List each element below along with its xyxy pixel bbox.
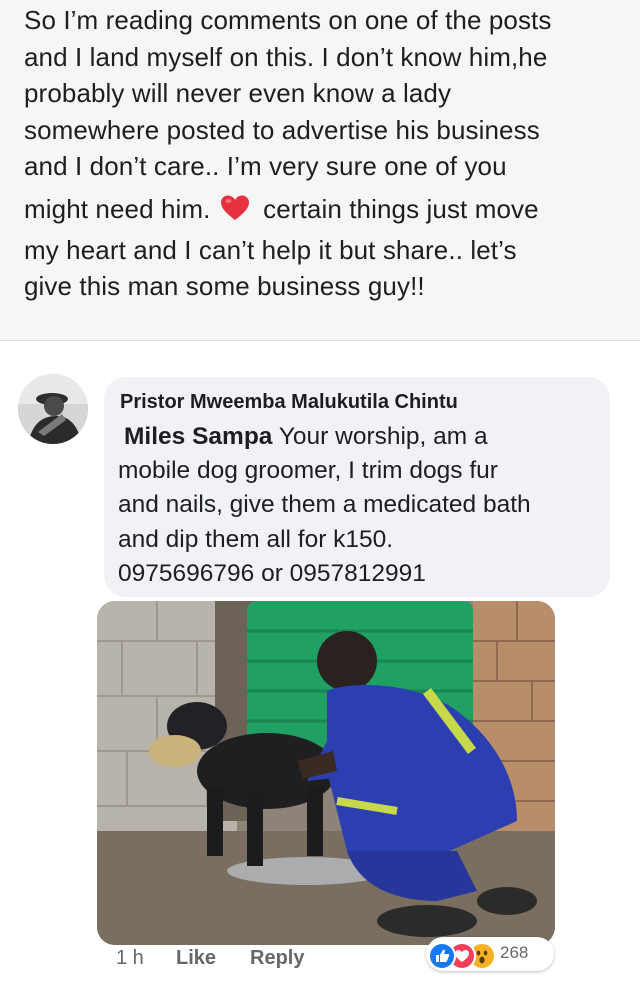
mention-link[interactable]: Miles Sampa: [124, 423, 272, 450]
comment-line: mobile dog groomer, I trim dogs fur: [118, 457, 498, 485]
comment-line-text: Your worship, am a: [278, 423, 488, 450]
post-line: might need him.: [24, 193, 211, 224]
post-text: So I’m reading comments on one of the po…: [24, 2, 624, 305]
post-line: and I land myself on this. I don’t know …: [24, 41, 548, 72]
post-line: somewhere posted to advertise his busine…: [24, 114, 540, 145]
comment-author[interactable]: Pristor Mweemba Malukutila Chintu: [120, 391, 458, 414]
post-line: my heart and I can’t help it but share..…: [24, 234, 517, 265]
like-button[interactable]: Like: [176, 947, 216, 970]
comment-line: and dip them all for k150.: [118, 525, 394, 553]
post-line: probably will never even know a lady: [24, 78, 452, 109]
avatar[interactable]: [18, 374, 88, 444]
post-line: So I’m reading comments on one of the po…: [24, 5, 552, 35]
post-body: So I’m reading comments on one of the po…: [0, 0, 640, 340]
reaction-count: 268: [500, 943, 529, 962]
post-line-with-emoji: might need him. certain things just move: [24, 191, 624, 232]
comment-bubble: Pristor Mweemba Malukutila Chintu Miles …: [104, 377, 610, 597]
reactions-summary[interactable]: 268: [426, 937, 554, 971]
reply-button[interactable]: Reply: [250, 947, 304, 970]
like-icon: [428, 942, 456, 970]
heart-icon: [220, 194, 250, 232]
post-line: give this man some business guy!!: [24, 271, 425, 302]
comment-text: Miles Sampa Your worship, am a mobile do…: [118, 420, 602, 591]
post-line: certain things just move: [263, 193, 539, 224]
comment-line: and nails, give them a medicated bath: [118, 491, 531, 519]
comment-line: 0975696796 or 0957812991: [118, 559, 426, 587]
comment-timestamp[interactable]: 1 h: [116, 947, 144, 970]
comment-line: Miles Sampa Your worship, am a: [118, 420, 602, 454]
comment-section: Pristor Mweemba Malukutila Chintu Miles …: [0, 341, 640, 982]
post-line: and I don’t care.. I’m very sure one of …: [24, 151, 507, 182]
comment-photo[interactable]: [97, 601, 555, 945]
